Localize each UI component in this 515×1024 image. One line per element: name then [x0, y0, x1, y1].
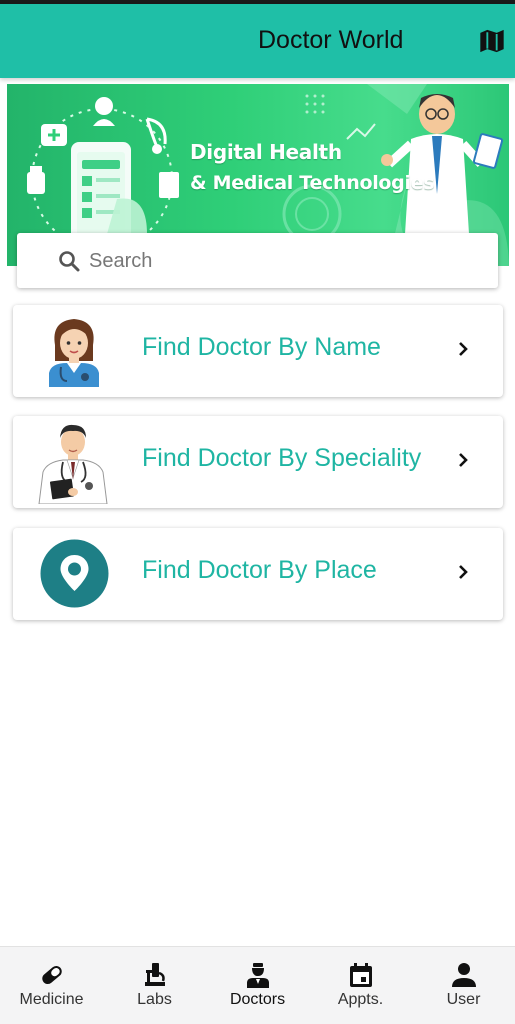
find-by-speciality-label: Find Doctor By Speciality	[142, 444, 422, 472]
chevron-right-icon	[459, 342, 468, 356]
search-input[interactable]	[89, 243, 479, 279]
nav-doctors-label: Doctors	[229, 991, 286, 1008]
bottom-navigation: Medicine Labs Doctors Appts. User	[0, 946, 515, 1024]
banner-title: Digital Health	[190, 140, 342, 164]
banner-subtitle: & Medical Technologies	[190, 172, 435, 194]
app-bar: Doctor World	[0, 4, 515, 78]
nav-appointments[interactable]: Appts.	[309, 947, 412, 1024]
find-by-speciality-card[interactable]: Find Doctor By Speciality	[13, 416, 503, 508]
find-by-place-label: Find Doctor By Place	[142, 556, 377, 584]
nav-appointments-label: Appts.	[337, 991, 384, 1008]
app-title: Doctor World	[258, 26, 404, 54]
chevron-right-icon	[459, 453, 468, 467]
nav-labs-label: Labs	[137, 991, 172, 1008]
find-by-name-card[interactable]: Find Doctor By Name	[13, 305, 503, 397]
search-bar[interactable]	[17, 233, 498, 288]
chevron-right-icon	[459, 565, 468, 579]
nav-medicine[interactable]: Medicine	[0, 947, 103, 1024]
user-icon	[452, 963, 476, 987]
map-icon[interactable]	[478, 27, 506, 55]
female-nurse-avatar	[49, 319, 99, 387]
nav-labs[interactable]: Labs	[103, 947, 206, 1024]
microscope-icon	[145, 963, 165, 986]
nav-user[interactable]: User	[412, 947, 515, 1024]
find-by-name-label: Find Doctor By Name	[142, 333, 381, 361]
nav-user-label: User	[446, 991, 481, 1008]
doctor-icon	[247, 963, 269, 988]
calendar-icon	[350, 963, 372, 987]
pill-icon	[42, 965, 62, 985]
nav-doctors[interactable]: Doctors	[206, 947, 309, 1024]
male-doctor-avatar	[38, 424, 108, 504]
location-pin-icon	[40, 539, 109, 608]
find-by-place-card[interactable]: Find Doctor By Place	[13, 528, 503, 620]
search-icon	[59, 251, 80, 272]
nav-medicine-label: Medicine	[19, 991, 84, 1008]
